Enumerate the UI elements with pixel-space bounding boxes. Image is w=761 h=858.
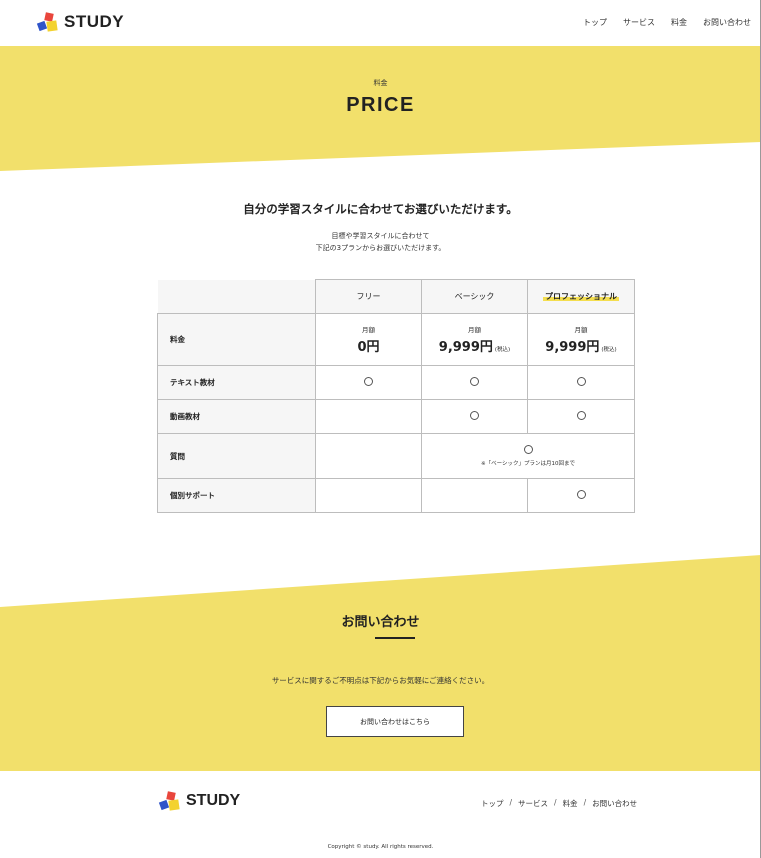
video-pro	[527, 399, 635, 434]
monthly-label: 月額	[468, 326, 481, 334]
nav-item-price[interactable]: 料金	[671, 17, 687, 28]
row-label-price: 料金	[157, 313, 316, 366]
question-paid: ※「ベーシック」プランは月10回まで	[421, 433, 635, 479]
contact-text: サービスに関するご不明点は下記からお気軽にご連絡ください。	[271, 676, 490, 685]
price-table: フリー ベーシック プロフェッショナル 料金 月額 0円 月額 9,999円 (税…	[157, 279, 635, 513]
text-pro	[527, 365, 635, 400]
lead-line-1: 目標や学習スタイルに合わせて	[331, 232, 430, 240]
row-label-text: テキスト教材	[157, 365, 316, 400]
support-basic	[421, 478, 528, 513]
plan-free: フリー	[315, 279, 422, 314]
table-corner	[157, 279, 316, 314]
price-cell-pro: 月額 9,999円 (税込)	[527, 313, 635, 366]
text-basic	[421, 365, 528, 400]
lead-text: 目標や学習スタイルに合わせて 下記の3プランからお選びいただけます。	[0, 230, 761, 254]
video-free	[315, 399, 422, 434]
plan-basic: ベーシック	[421, 279, 528, 314]
table-row-video-material: 動画教材	[157, 399, 635, 434]
row-label-video: 動画教材	[157, 399, 316, 434]
monthly-label: 月額	[574, 326, 588, 334]
tax-label: (税込)	[494, 347, 511, 353]
contact-background	[0, 555, 761, 771]
table-row-question: 質問 ※「ベーシック」プランは月10回まで	[157, 433, 635, 479]
footer-nav-separator: /	[509, 798, 513, 807]
price-cell-basic: 月額 9,999円 (税込)	[421, 313, 528, 366]
logo-icon	[158, 791, 180, 811]
footer-logo-text: STUDY	[186, 792, 241, 809]
nav-item-contact[interactable]: お問い合わせ	[703, 17, 751, 28]
heading-underline	[375, 637, 415, 639]
contact-button[interactable]: お問い合わせはこちら	[326, 706, 464, 737]
copyright: Copyright © study. All rights reserved.	[327, 844, 434, 850]
lead-line-2: 下記の3プランからお選びいただけます。	[315, 244, 446, 252]
site-footer: STUDY トップ / サービス / 料金 / お問い合わせ Copyright…	[0, 771, 761, 858]
table-row-text-material: テキスト教材	[157, 365, 635, 400]
question-free	[315, 433, 422, 479]
row-label-question: 質問	[157, 433, 316, 479]
price-cell-free: 月額 0円	[315, 313, 422, 366]
nav-item-top[interactable]: トップ	[583, 17, 607, 28]
tax-label: (税込)	[601, 347, 617, 353]
row-label-support: 個別サポート	[157, 478, 316, 513]
available-icon	[523, 445, 533, 454]
contact-section: お問い合わせ サービスに関するご不明点は下記からお気軽にご連絡ください。 お問い…	[0, 555, 761, 771]
support-free	[315, 478, 422, 513]
monthly-label: 月額	[362, 326, 375, 334]
plan-pro-label: プロフェッショナル	[543, 292, 619, 301]
plan-pro: プロフェッショナル	[527, 279, 635, 314]
price-free: 0円	[357, 340, 380, 355]
footer-nav-price[interactable]: 料金	[563, 798, 578, 809]
available-icon	[576, 490, 586, 499]
support-pro	[527, 478, 635, 513]
table-row-support: 個別サポート	[157, 478, 635, 513]
logo-text: STUDY	[64, 12, 125, 31]
site-header: STUDY トップ サービス 料金 お問い合わせ	[0, 0, 761, 46]
lead-heading: 自分の学習スタイルに合わせてお選びいただけます。	[243, 202, 518, 216]
logo-icon	[36, 12, 58, 32]
price-pro: 9,999円	[545, 340, 600, 355]
footer-nav-top[interactable]: トップ	[481, 798, 504, 809]
header-nav: トップ サービス 料金 お問い合わせ	[583, 17, 751, 28]
available-icon	[470, 377, 479, 386]
footer-nav-service[interactable]: サービス	[518, 798, 548, 809]
available-icon	[576, 411, 586, 420]
footer-nav-separator: /	[583, 798, 587, 807]
footer-nav-contact[interactable]: お問い合わせ	[592, 798, 637, 809]
price-basic: 9,999円	[438, 340, 493, 355]
available-icon	[576, 377, 586, 386]
available-icon	[364, 377, 373, 386]
page-title: PRICE	[346, 94, 415, 116]
plan-basic-label: ベーシック	[454, 292, 495, 301]
footer-nav: トップ / サービス / 料金 / お問い合わせ	[481, 798, 637, 809]
question-note: ※「ベーシック」プランは月10回まで	[481, 461, 575, 467]
footer-logo[interactable]: STUDY	[158, 791, 240, 811]
table-header-row: フリー ベーシック プロフェッショナル	[157, 279, 635, 314]
hero-subtitle: 料金	[373, 79, 388, 87]
footer-nav-separator: /	[554, 798, 557, 807]
available-icon	[470, 411, 479, 420]
contact-heading: お問い合わせ	[341, 615, 420, 630]
video-basic	[421, 399, 528, 434]
site-logo[interactable]: STUDY	[36, 12, 124, 32]
text-free	[315, 365, 422, 400]
price-hero: 料金 PRICE	[0, 46, 761, 176]
nav-item-service[interactable]: サービス	[623, 17, 655, 28]
table-row-price: 料金 月額 0円 月額 9,999円 (税込) 月額 9,999円 (税込)	[157, 313, 635, 366]
plan-free-label: フリー	[356, 292, 381, 301]
